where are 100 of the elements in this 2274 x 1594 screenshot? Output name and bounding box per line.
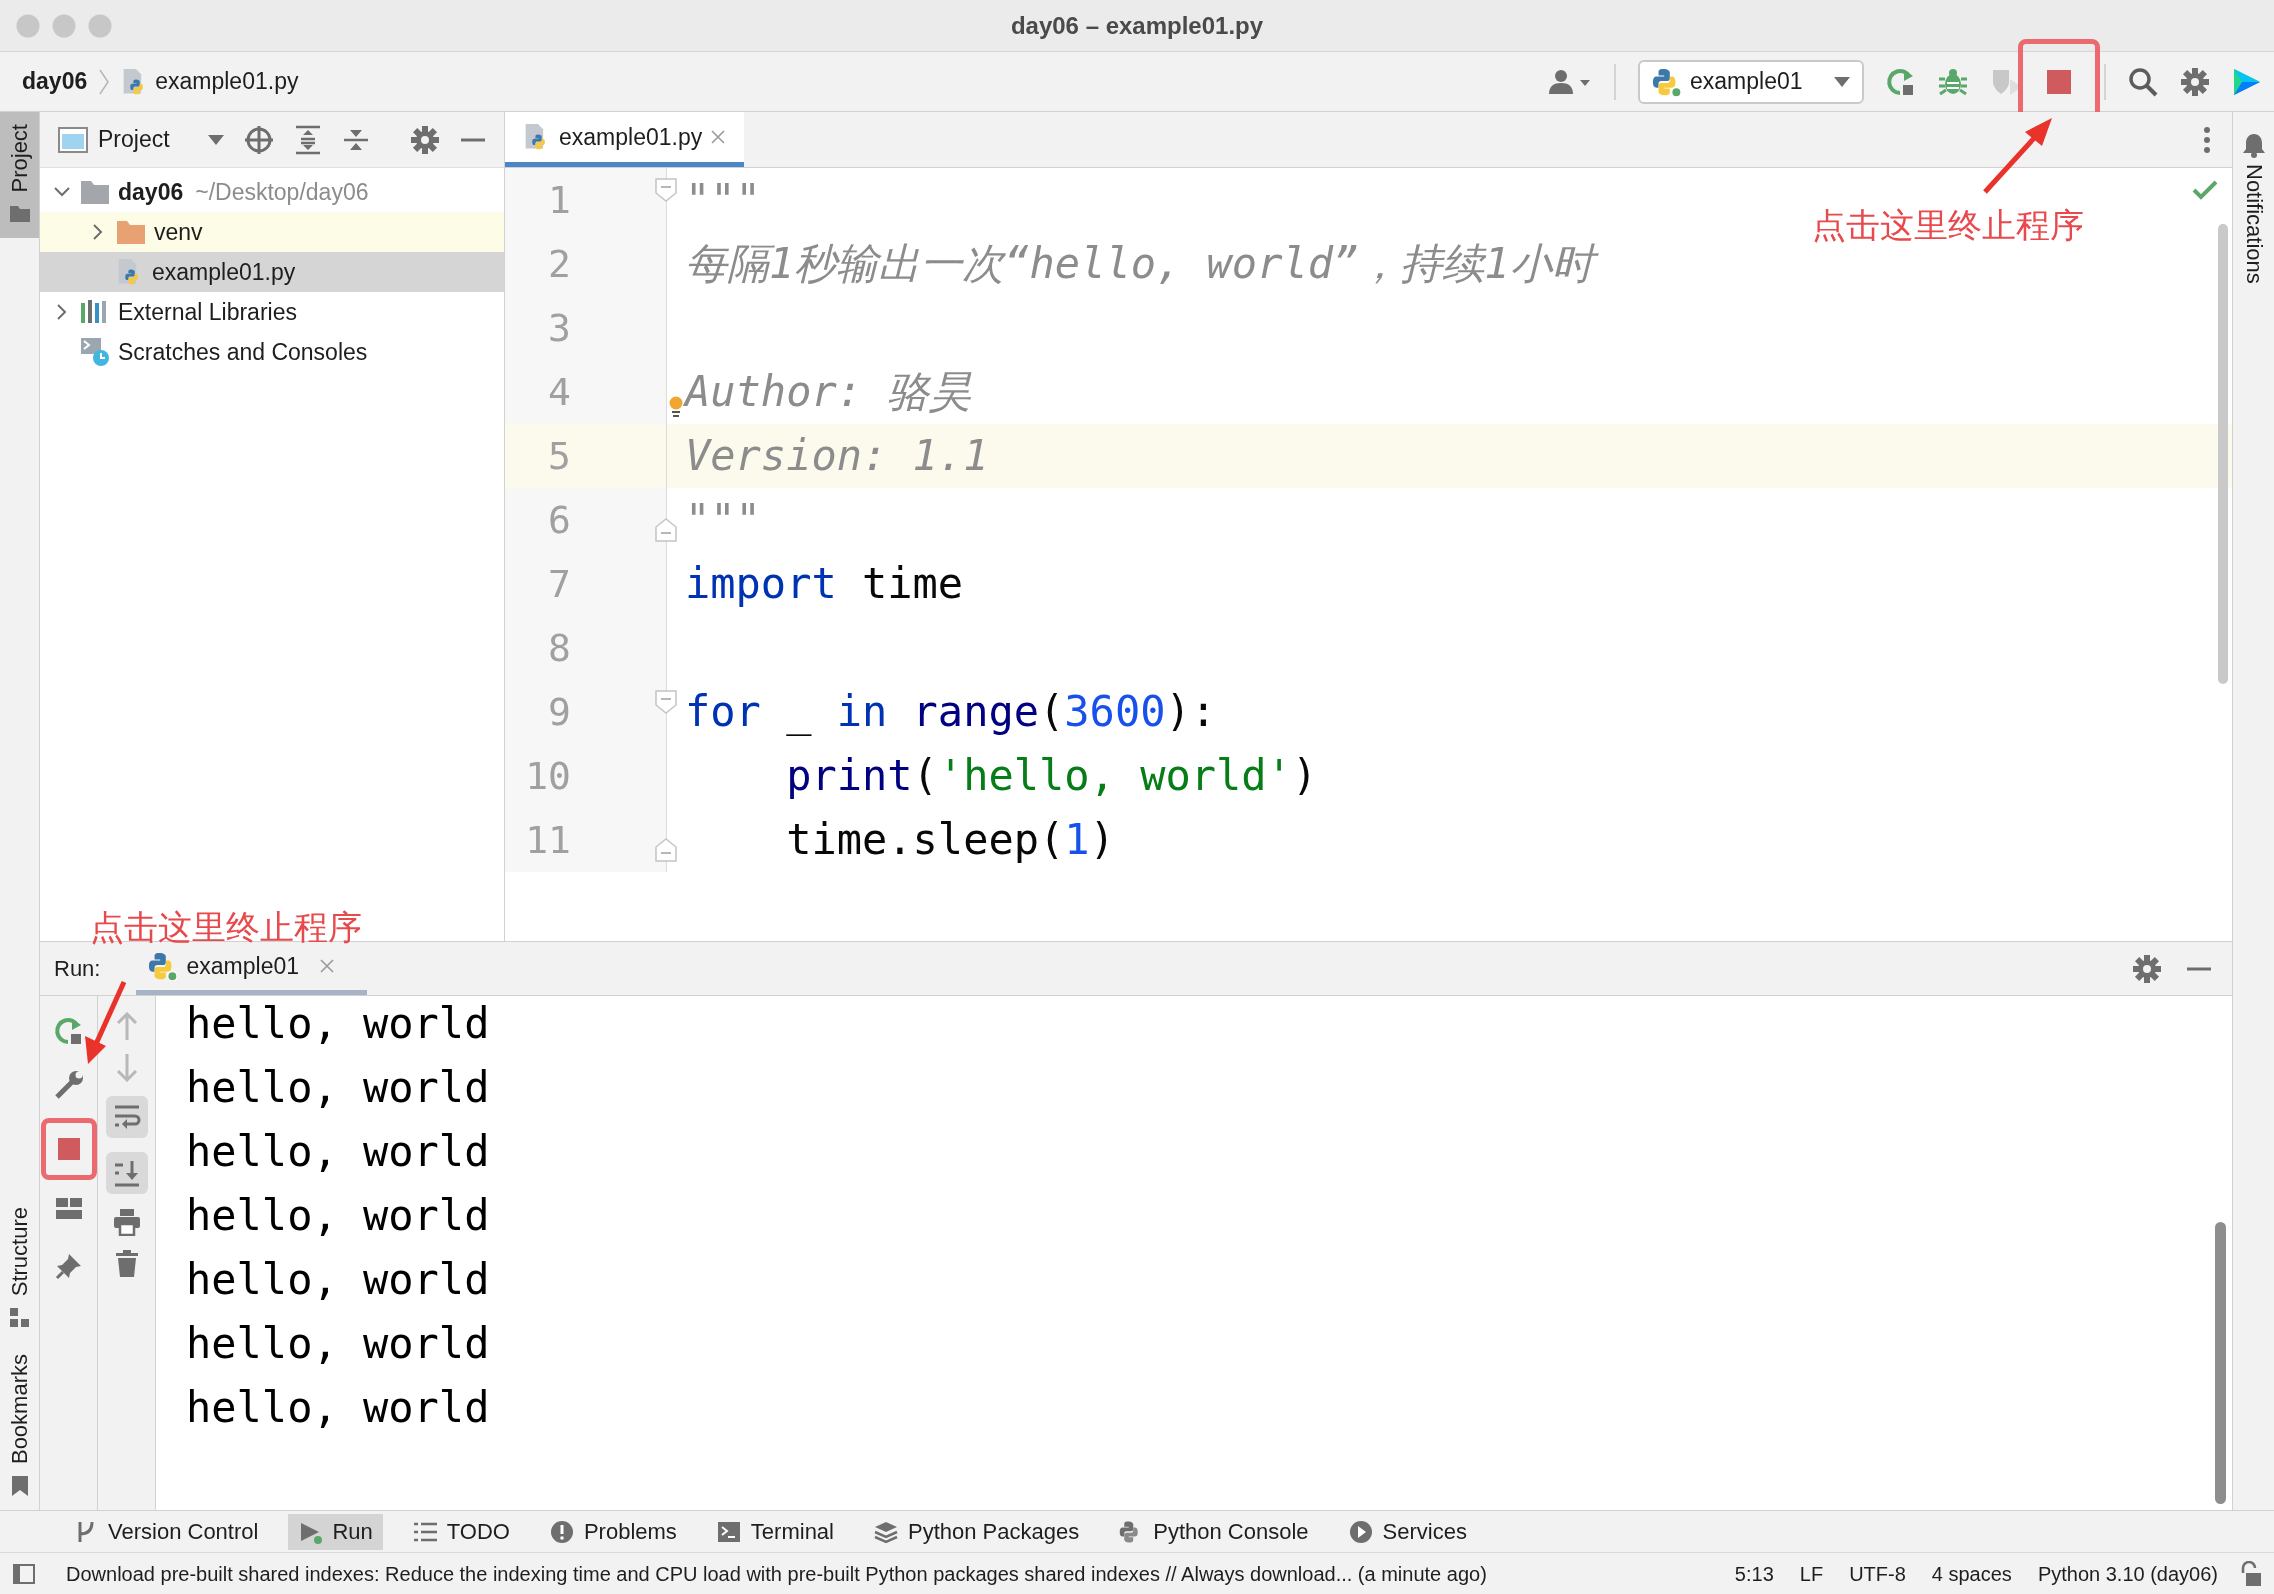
folder-icon bbox=[116, 219, 146, 245]
stop-button-icon[interactable] bbox=[2046, 68, 2072, 95]
search-icon[interactable] bbox=[2128, 66, 2158, 97]
editor-tab[interactable]: example01.py bbox=[505, 112, 745, 167]
tool-window-tab[interactable]: Version Control bbox=[64, 1513, 269, 1550]
wrap-icon bbox=[112, 1104, 141, 1130]
line-number: 4 bbox=[547, 368, 571, 416]
code-line: for _ in range(3600): bbox=[685, 686, 1218, 738]
lightbulb-icon[interactable] bbox=[668, 396, 684, 418]
checkmark-icon bbox=[2192, 180, 2218, 200]
path-label: ~/Desktop/day06 bbox=[195, 177, 369, 207]
side-tab[interactable]: Notifications bbox=[2241, 158, 2266, 284]
printer-icon[interactable] bbox=[112, 1208, 141, 1236]
close-icon[interactable] bbox=[319, 958, 335, 974]
scroll-end-icon bbox=[112, 1159, 141, 1187]
code-line: print('hello, world') bbox=[785, 750, 1319, 802]
console-output-line: hello, world bbox=[186, 1254, 491, 1306]
code-line: time.sleep(1) bbox=[785, 814, 1116, 866]
window-icon bbox=[58, 126, 88, 153]
stop-button-icon[interactable] bbox=[57, 1138, 80, 1160]
code-line: Version: 1.1 bbox=[685, 430, 990, 482]
code-line: """ bbox=[685, 494, 762, 546]
run-label: Run: bbox=[54, 955, 101, 983]
status-item[interactable]: Python 3.10 (day06) bbox=[2031, 1558, 2224, 1589]
console-output-line: hello, world bbox=[186, 1318, 491, 1370]
colorful-triangle-icon[interactable] bbox=[2232, 66, 2262, 97]
soft-wrap-button[interactable] bbox=[105, 1096, 148, 1138]
scroll-to-end-button[interactable] bbox=[105, 1152, 148, 1194]
tree-item[interactable]: External Libraries bbox=[40, 292, 504, 332]
console-output-line: hello, world bbox=[186, 1382, 491, 1434]
crosshair-icon[interactable] bbox=[244, 124, 274, 155]
status-item[interactable]: LF bbox=[1793, 1558, 1830, 1589]
tool-window-tab[interactable]: Python Packages bbox=[864, 1513, 1090, 1550]
line-number: 3 bbox=[547, 304, 571, 352]
tool-window-tab[interactable]: TODO bbox=[402, 1513, 520, 1550]
rerun-icon[interactable] bbox=[1886, 66, 1916, 97]
tree-item[interactable]: venv bbox=[40, 212, 504, 252]
chevron-icon bbox=[97, 67, 112, 96]
tool-window-tab[interactable]: Terminal bbox=[706, 1513, 844, 1550]
line-number: 7 bbox=[547, 560, 571, 608]
tool-window-tab[interactable]: Run bbox=[288, 1513, 383, 1550]
console-output-line: hello, world bbox=[186, 998, 491, 1050]
line-number: 1 bbox=[547, 176, 571, 224]
panel-toggle-icon[interactable] bbox=[12, 1562, 36, 1585]
code-line: """ bbox=[685, 174, 762, 226]
expand-all-icon[interactable] bbox=[294, 124, 322, 155]
side-tab[interactable]: Structure bbox=[0, 1194, 39, 1342]
tool-window-tab[interactable]: Services bbox=[1338, 1513, 1477, 1550]
tree-item[interactable]: example01.py bbox=[40, 252, 504, 292]
scrollbar[interactable] bbox=[2215, 1222, 2226, 1504]
breadcrumb-item[interactable]: example01.py bbox=[155, 64, 299, 99]
code-line: 每隔1秒输出一次“hello, world”，持续1小时 bbox=[685, 232, 1606, 296]
line-number: 9 bbox=[547, 688, 571, 736]
console-output-line: hello, world bbox=[186, 1062, 491, 1114]
line-number: 2 bbox=[547, 240, 571, 288]
tree-item[interactable]: Scratches and Consoles bbox=[40, 332, 504, 372]
tool-window-tab[interactable]: Problems bbox=[539, 1513, 687, 1550]
structure-icon bbox=[7, 1305, 32, 1330]
terminal-icon bbox=[716, 1519, 741, 1544]
caret-icon bbox=[1834, 76, 1850, 87]
line-number: 5 bbox=[547, 432, 571, 480]
breadcrumb-item[interactable]: day06 bbox=[22, 64, 88, 99]
line-number: 6 bbox=[547, 496, 571, 544]
scratch-console-icon bbox=[80, 337, 110, 367]
status-item[interactable]: 4 spaces bbox=[1925, 1558, 2018, 1589]
trash-icon[interactable] bbox=[114, 1250, 139, 1278]
python-icon bbox=[1652, 66, 1682, 97]
pin-icon[interactable] bbox=[54, 1252, 83, 1280]
code-line: import time bbox=[685, 558, 965, 610]
run-config-dropdown[interactable]: example01 bbox=[1638, 59, 1864, 104]
process-tab[interactable]: example01 bbox=[136, 942, 367, 995]
status-item[interactable]: UTF-8 bbox=[1843, 1558, 1912, 1589]
tool-window-tab[interactable]: Python Console bbox=[1109, 1513, 1319, 1550]
side-tab[interactable]: Project bbox=[0, 112, 39, 239]
line-number: 10 bbox=[524, 752, 571, 800]
status-item[interactable]: 5:13 bbox=[1728, 1558, 1780, 1589]
play-circle-icon bbox=[1348, 1519, 1373, 1544]
user-dropdown-icon[interactable] bbox=[1548, 67, 1592, 96]
annotation-text: 点击这里终止程序 bbox=[1812, 205, 2084, 246]
settings-icon[interactable] bbox=[2180, 66, 2210, 97]
more-icon[interactable] bbox=[2202, 124, 2212, 155]
line-number: 8 bbox=[547, 624, 571, 672]
warning-icon bbox=[549, 1519, 574, 1544]
python-icon bbox=[148, 951, 179, 981]
settings-icon[interactable] bbox=[2132, 953, 2162, 984]
folder-icon bbox=[80, 179, 110, 205]
tree-item-label[interactable]: day06 bbox=[118, 174, 184, 210]
bell-icon[interactable] bbox=[2241, 132, 2266, 158]
bug-icon[interactable] bbox=[1938, 66, 1968, 97]
status-message[interactable]: Download pre-built shared indexes: Reduce the indexing time and CPU load with pre-built Python packages shared indexes // Always download... (a minute ago) bbox=[66, 1558, 1487, 1589]
side-tab[interactable]: Bookmarks bbox=[0, 1341, 39, 1510]
window-title: day06 – example01.py bbox=[1010, 10, 1264, 41]
wrench-icon[interactable] bbox=[53, 1070, 84, 1100]
scrollbar[interactable] bbox=[2218, 224, 2228, 684]
close-icon[interactable] bbox=[710, 129, 727, 145]
line-number: 11 bbox=[524, 816, 571, 864]
layers-icon bbox=[874, 1519, 898, 1544]
layout-icon[interactable] bbox=[55, 1198, 82, 1220]
rerun-icon[interactable] bbox=[53, 1016, 84, 1046]
settings-icon[interactable] bbox=[410, 124, 440, 155]
